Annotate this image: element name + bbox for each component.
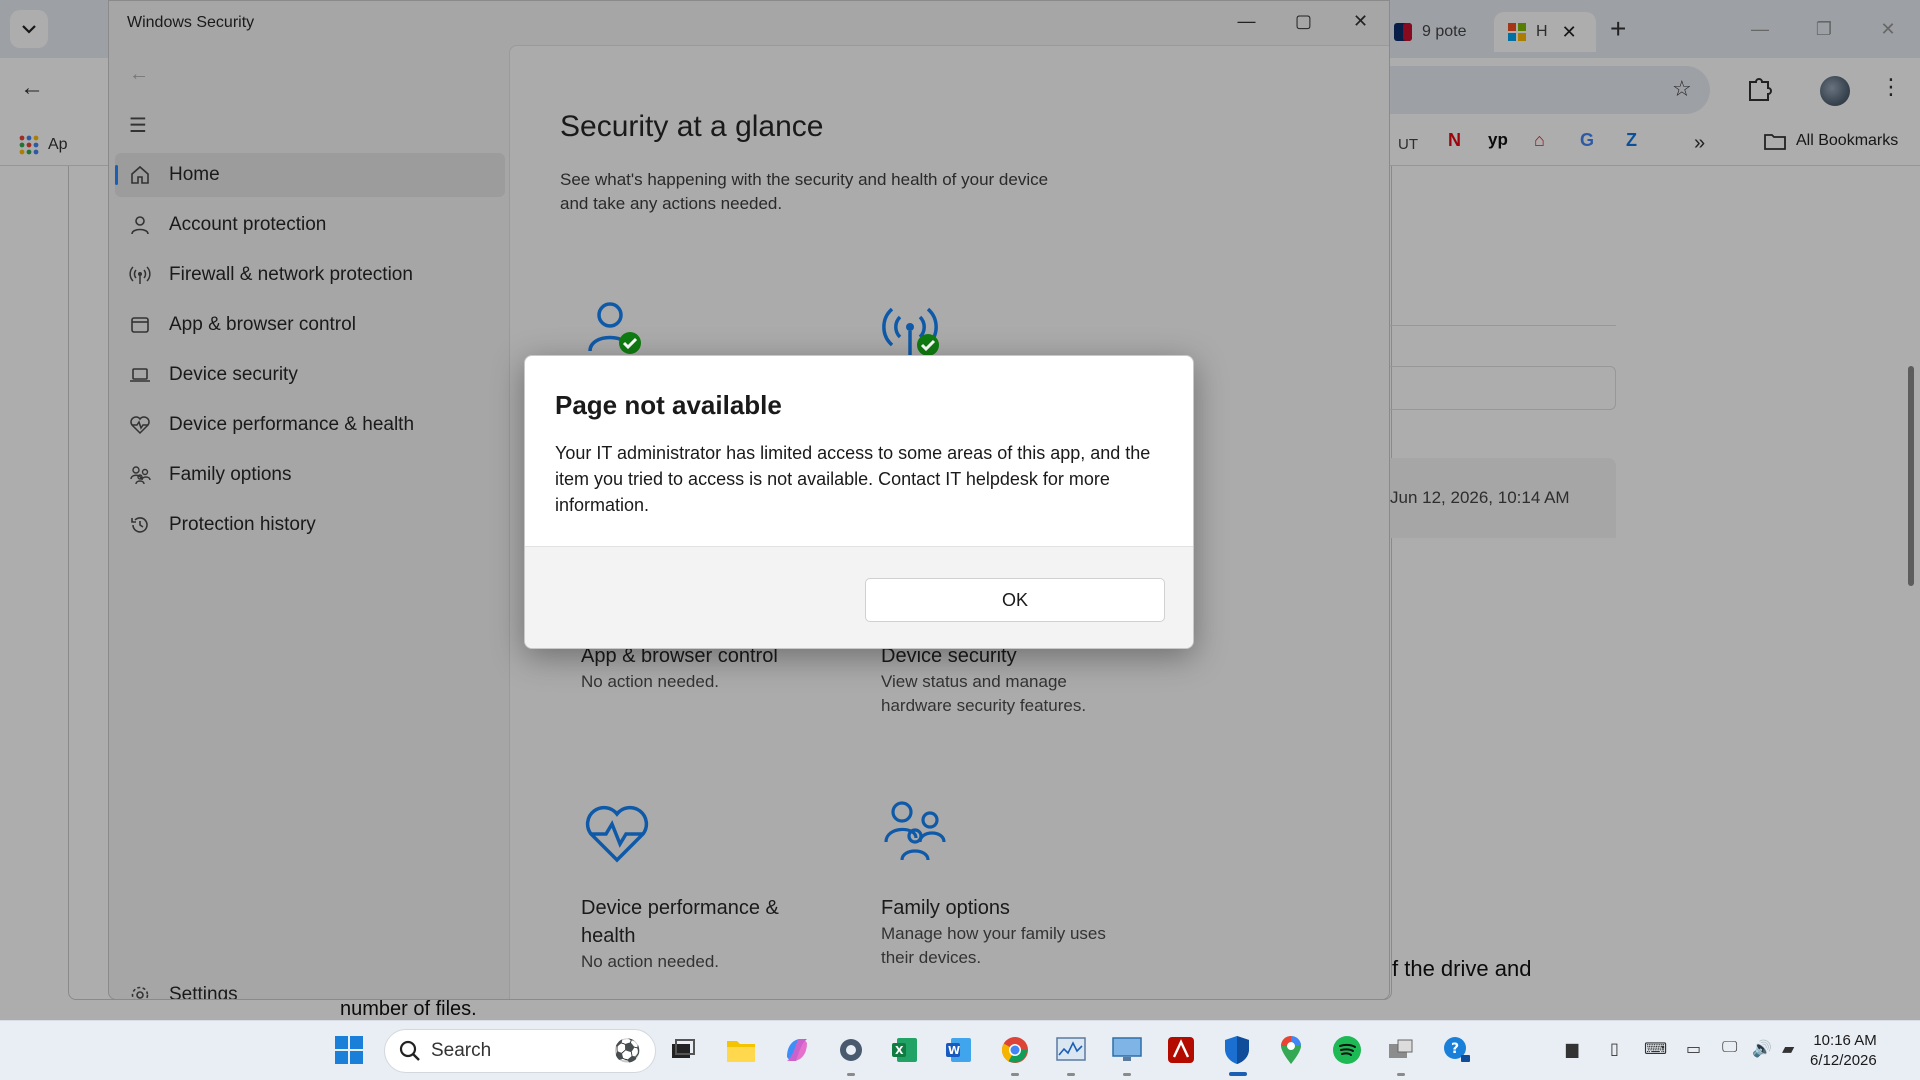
keyboard-icon[interactable]: ⌨	[1644, 1039, 1667, 1059]
start-button[interactable]	[332, 1033, 366, 1067]
tile-family-options-title[interactable]: Family options	[881, 894, 1010, 922]
windows-logo-icon	[335, 1036, 363, 1064]
spotify-icon[interactable]	[1330, 1033, 1364, 1067]
remote-desktop-icon[interactable]	[1110, 1033, 1144, 1067]
windows-security-shield-icon[interactable]	[1220, 1033, 1254, 1067]
svg-text:X: X	[895, 1044, 904, 1057]
nav-item-settings[interactable]: Settings	[115, 973, 505, 1000]
person-icon	[129, 214, 151, 236]
performance-monitor-icon[interactable]	[1054, 1033, 1088, 1067]
laptop-icon	[129, 364, 151, 386]
nav-item-account-protection[interactable]: Account protection	[115, 203, 505, 247]
search-icon	[399, 1040, 420, 1061]
nav-label: Family options	[169, 464, 292, 485]
running-indicator	[1397, 1073, 1405, 1076]
windows-security-window: Windows Security — ▢ ✕ ← ☰ Home Account …	[108, 0, 1390, 1000]
nav-label: Firewall & network protection	[169, 264, 413, 285]
taskbar-search-box[interactable]: Search ⚽	[384, 1029, 656, 1073]
gear-icon	[129, 984, 151, 999]
svg-text:?: ?	[1451, 1041, 1459, 1057]
maximize-icon[interactable]: ▢	[1275, 1, 1332, 41]
network-tool-icon[interactable]	[1384, 1033, 1418, 1067]
hamburger-menu-icon[interactable]: ☰	[129, 113, 147, 138]
nav-item-firewall[interactable]: Firewall & network protection	[115, 253, 505, 297]
system-clock[interactable]: 10:16 AM 6/12/2026	[1810, 1031, 1877, 1071]
word-icon[interactable]: W	[942, 1033, 976, 1067]
back-arrow-icon[interactable]: ←	[129, 63, 149, 86]
acrobat-icon[interactable]	[1164, 1033, 1198, 1067]
history-icon	[129, 514, 151, 536]
nav-item-home[interactable]: Home	[115, 153, 505, 197]
nav-label: Home	[169, 164, 220, 185]
volume-icon[interactable]: 🔊	[1752, 1039, 1772, 1059]
active-app-indicator	[1229, 1072, 1247, 1076]
title-bar: Windows Security — ▢ ✕	[109, 1, 1389, 45]
nav-label: Settings	[169, 984, 238, 1000]
search-highlight-icon: ⚽	[613, 1038, 641, 1063]
task-view-icon[interactable]	[666, 1033, 700, 1067]
nav-label: Account protection	[169, 214, 327, 235]
running-indicator	[1123, 1073, 1131, 1076]
copilot-icon[interactable]	[780, 1033, 814, 1067]
close-icon[interactable]: ✕	[1332, 1, 1389, 41]
taskbar: Search ⚽ X W ? ▆ ▯ ⌨ ▭ 🖵 🔊 ▰ 10:16 AM 6/…	[0, 1020, 1920, 1080]
search-placeholder: Search	[431, 1040, 492, 1061]
nav-item-app-browser[interactable]: App & browser control	[115, 303, 505, 347]
dialog-title: Page not available	[555, 390, 782, 420]
nav-item-device-performance[interactable]: Device performance & health	[115, 403, 505, 447]
maps-pin-icon[interactable]	[1274, 1033, 1308, 1067]
running-indicator	[1011, 1073, 1019, 1076]
family-icon	[129, 464, 151, 486]
nav-label: Device performance & health	[169, 414, 415, 435]
tile-device-security-desc: View status and manage hardware security…	[881, 672, 1087, 715]
clock-date: 6/12/2026	[1810, 1052, 1877, 1069]
dialog-footer: OK	[525, 546, 1193, 648]
nav-label: App & browser control	[169, 314, 356, 335]
dialog-message: Your IT administrator has limited access…	[555, 443, 1151, 515]
settings-gear-icon[interactable]	[834, 1033, 868, 1067]
excel-icon[interactable]: X	[888, 1033, 922, 1067]
running-indicator	[1067, 1073, 1075, 1076]
tile-family-options-desc: Manage how your family uses their device…	[881, 924, 1106, 967]
nav-item-protection-history[interactable]: Protection history	[115, 503, 505, 547]
nav-item-device-security[interactable]: Device security	[115, 353, 505, 397]
minimize-icon[interactable]: —	[1218, 1, 1275, 41]
nav-label: Protection history	[169, 514, 316, 535]
device-performance-icon[interactable]	[582, 798, 652, 868]
file-explorer-icon[interactable]	[724, 1033, 758, 1067]
page-not-available-dialog: Page not available Your IT administrator…	[524, 355, 1194, 649]
chrome-icon[interactable]	[998, 1033, 1032, 1067]
touchpad-icon[interactable]: ▭	[1686, 1039, 1701, 1059]
window-title: Windows Security	[127, 14, 255, 31]
antenna-icon	[129, 264, 151, 286]
heart-pulse-icon	[129, 414, 151, 436]
battery-icon[interactable]: ▰	[1782, 1039, 1794, 1059]
display-icon[interactable]: 🖵	[1722, 1039, 1737, 1057]
running-indicator	[847, 1073, 855, 1076]
ok-button[interactable]: OK	[865, 578, 1165, 622]
clock-time: 10:16 AM	[1813, 1032, 1877, 1049]
quick-assist-icon[interactable]: ?	[1440, 1033, 1474, 1067]
usb-device-icon[interactable]: ▯	[1610, 1039, 1619, 1059]
window-icon	[129, 314, 151, 336]
page-subtitle: See what's happening with the security a…	[560, 170, 1049, 213]
tile-device-performance-status: No action needed.	[581, 952, 719, 971]
family-options-icon[interactable]	[880, 798, 950, 868]
navigation-pane: ← ☰ Home Account protection Firewall & n…	[109, 45, 509, 1000]
nav-label: Device security	[169, 364, 298, 385]
svg-text:W: W	[948, 1044, 960, 1057]
nav-item-family-options[interactable]: Family options	[115, 453, 505, 497]
home-icon	[129, 164, 151, 186]
tile-app-browser-status: No action needed.	[581, 672, 719, 691]
tile-device-performance-title[interactable]: Device performance & health	[581, 894, 801, 950]
page-title: Security at a glance	[560, 110, 824, 143]
notification-tray-icon[interactable]: ▆	[1566, 1039, 1578, 1059]
